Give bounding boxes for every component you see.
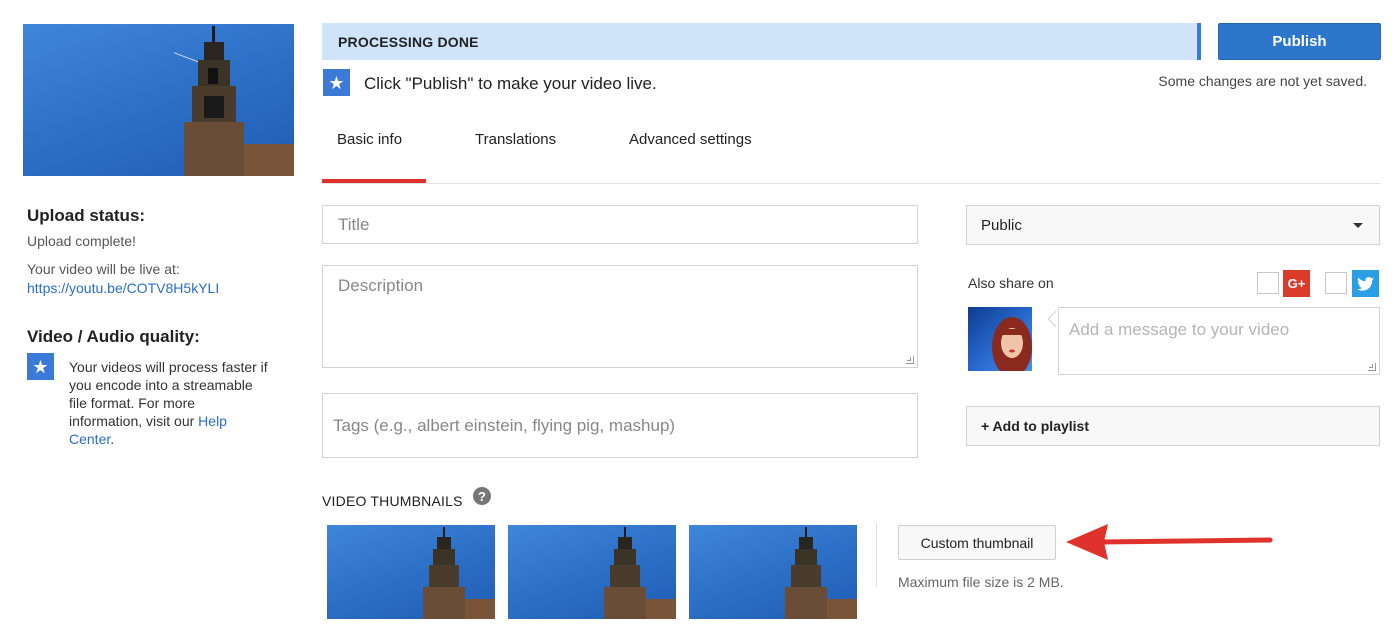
video-preview (23, 24, 294, 176)
help-suffix: . (110, 431, 115, 447)
visibility-select[interactable]: Public (966, 205, 1380, 245)
title-input[interactable]: Title (322, 205, 918, 244)
thumbnail-option-1[interactable] (327, 525, 495, 619)
tab-basic-info[interactable]: Basic info (337, 131, 402, 148)
google-plus-icon: G+ (1283, 270, 1310, 297)
tab-advanced-settings[interactable]: Advanced settings (629, 131, 752, 148)
star-icon: ★ (328, 72, 345, 93)
custom-thumbnail-button[interactable]: Custom thumbnail (898, 525, 1056, 560)
quality-help-text: Your videos will process faster if you e… (69, 358, 269, 448)
help-symbol: ? (478, 488, 486, 504)
twitter-share-checkbox[interactable] (1325, 272, 1347, 294)
share-message-input[interactable]: Add a message to your video (1058, 307, 1380, 375)
avatar (968, 307, 1032, 371)
video-thumbnails-label: VIDEO THUMBNAILS (322, 493, 463, 509)
upload-status-title: Upload status: (27, 206, 146, 225)
tabs-divider (322, 183, 1381, 184)
share-message-placeholder: Add a message to your video (1069, 320, 1290, 339)
publish-button[interactable]: Publish (1218, 23, 1381, 60)
processing-status-text: PROCESSING DONE (338, 33, 479, 50)
church-tower-image (174, 26, 294, 176)
video-url-link[interactable]: https://youtu.be/COTV8H5kYLI (27, 280, 219, 296)
tab-translations[interactable]: Translations (475, 131, 556, 148)
gplus-share-checkbox[interactable] (1257, 272, 1279, 294)
live-at-label: Your video will be live at: (27, 261, 180, 277)
chevron-down-icon (1353, 223, 1363, 228)
thumbnail-option-3[interactable] (689, 525, 857, 619)
quality-text: Your videos will process faster if you e… (69, 359, 268, 429)
share-label: Also share on (968, 275, 1054, 291)
annotation-arrow-icon (1066, 524, 1273, 560)
upload-complete-text: Upload complete! (27, 233, 136, 249)
tags-input[interactable]: Tags (e.g., albert einstein, flying pig,… (322, 393, 918, 458)
max-file-size-note: Maximum file size is 2 MB. (898, 574, 1064, 590)
twitter-icon (1352, 270, 1379, 297)
publish-hint-badge: ★ (323, 69, 350, 96)
gplus-label: G+ (1287, 276, 1306, 291)
visibility-selected: Public (981, 216, 1022, 234)
unsaved-changes-note: Some changes are not yet saved. (1158, 73, 1367, 89)
publish-hint: Click "Publish" to make your video live. (364, 74, 657, 93)
star-icon: ★ (32, 356, 49, 377)
resize-handle-icon[interactable] (1368, 363, 1376, 371)
help-icon[interactable]: ? (473, 487, 491, 505)
thumbnail-option-2[interactable] (508, 525, 676, 619)
church-tower-image (423, 527, 495, 619)
thumbnails-divider (876, 523, 877, 587)
resize-handle-icon[interactable] (906, 356, 914, 364)
church-tower-image (785, 527, 857, 619)
quality-title: Video / Audio quality: (27, 327, 200, 346)
processing-status-bar: PROCESSING DONE (322, 23, 1201, 60)
church-tower-image (604, 527, 676, 619)
active-tab-indicator (322, 179, 426, 183)
description-placeholder: Description (338, 276, 424, 295)
add-to-playlist-button[interactable]: + Add to playlist (966, 406, 1380, 446)
description-input[interactable]: Description (322, 265, 918, 368)
quality-star-badge: ★ (27, 353, 54, 380)
